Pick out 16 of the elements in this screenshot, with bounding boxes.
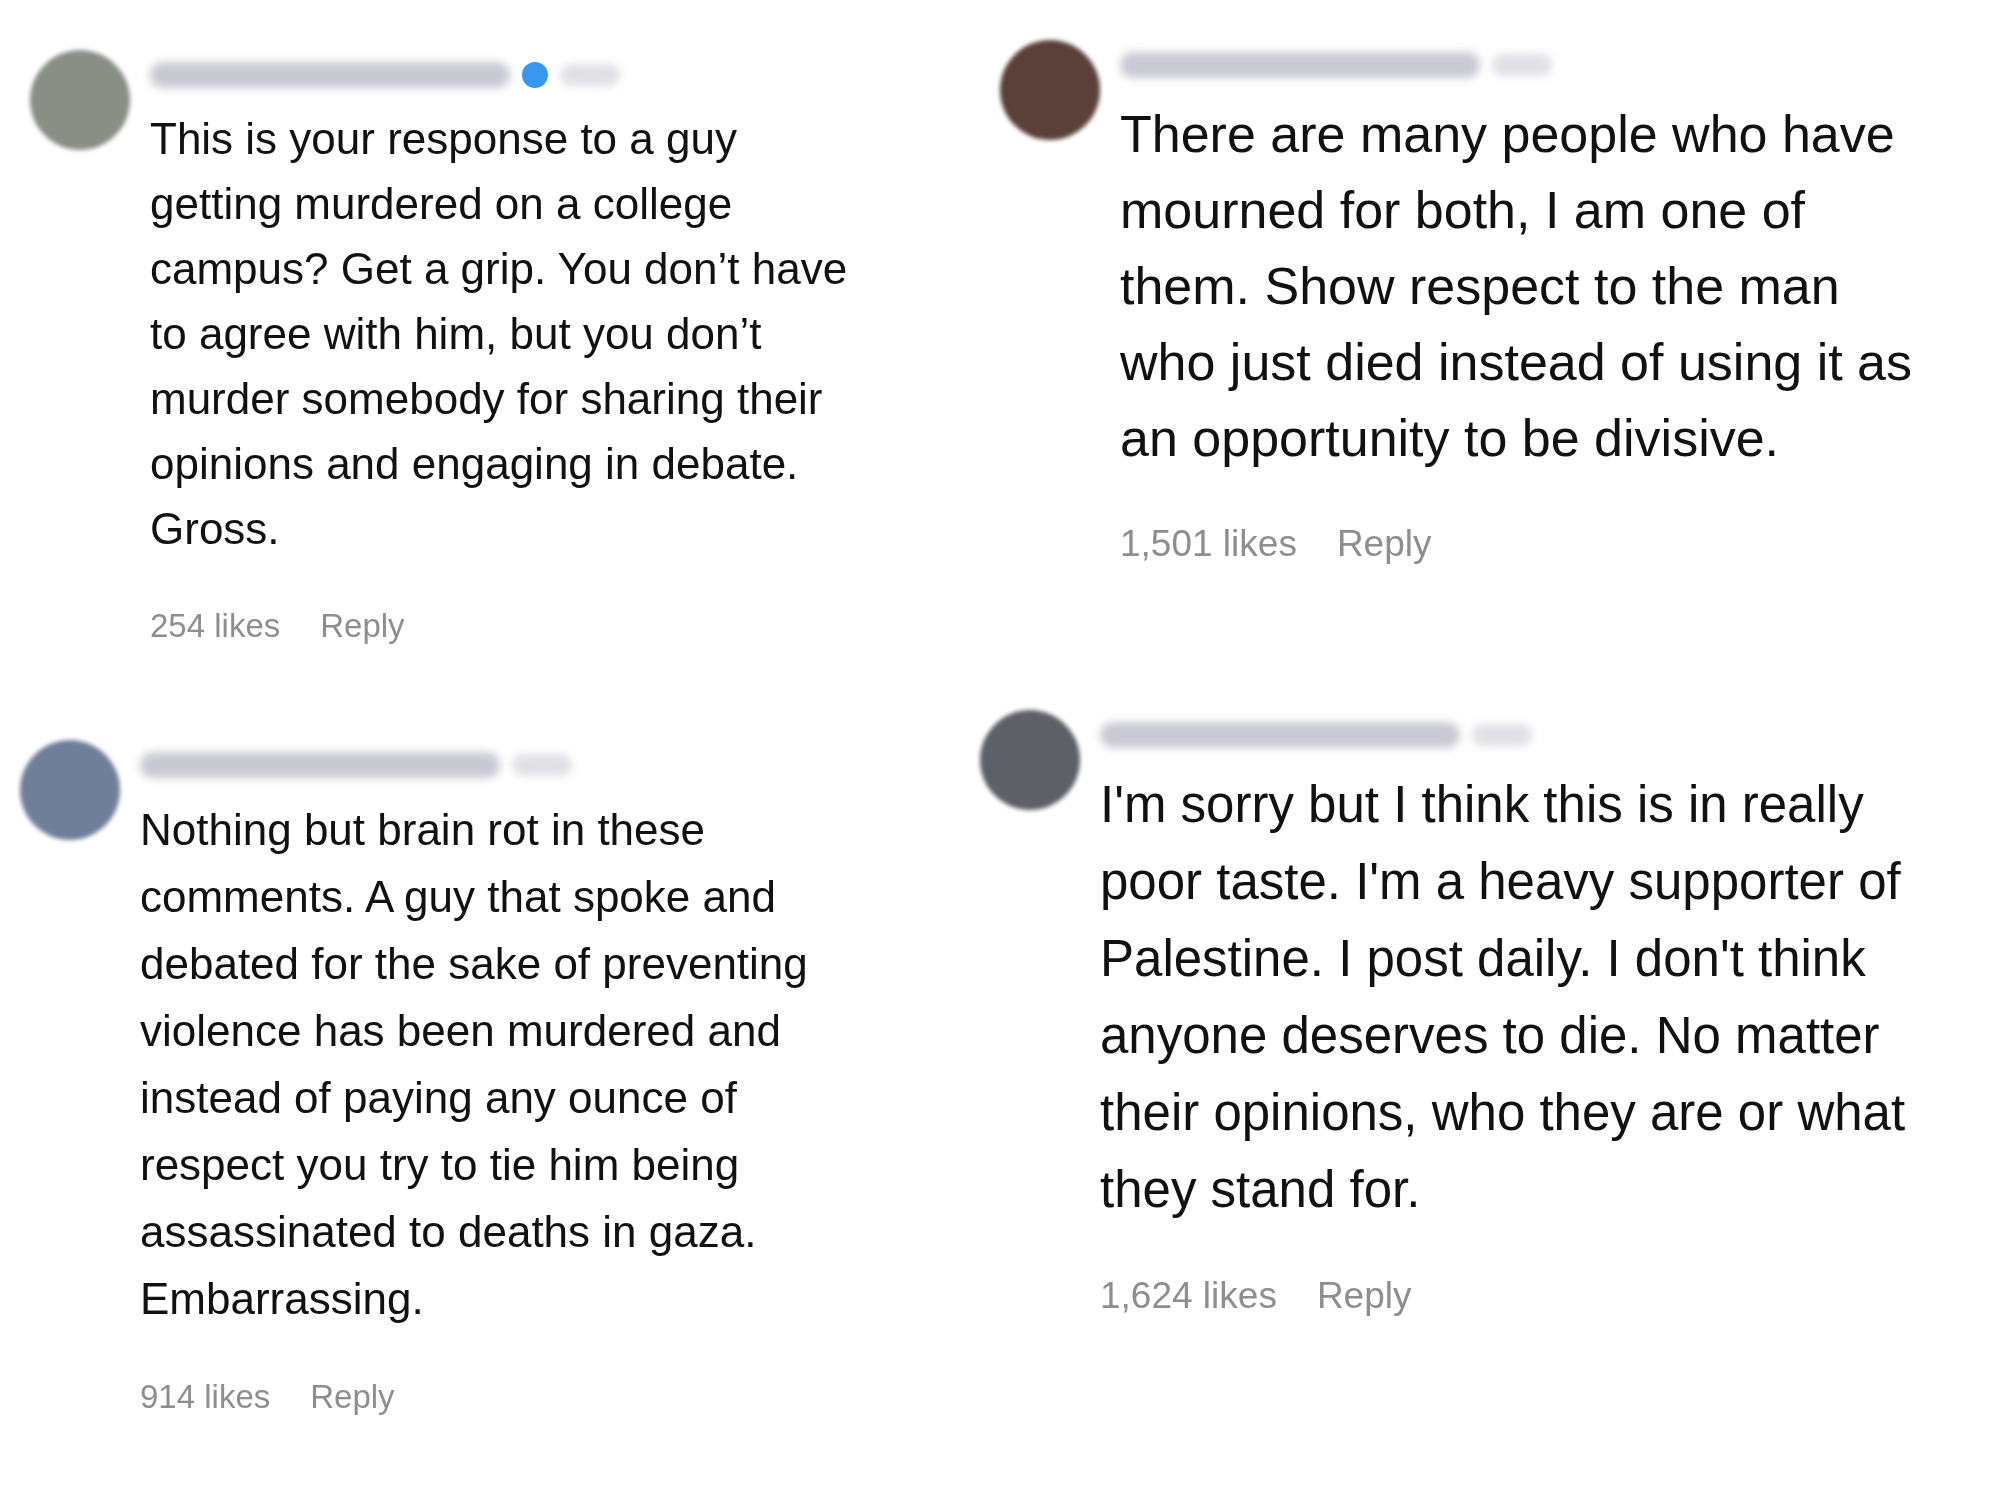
comment-text: I'm sorry but I think this is in really poor taste. I'm a heavy supporter of Palestine. I post daily. I don't think anyone deserves to die. No matter their opinions, who they are or what they stand for.: [1100, 775, 1907, 1220]
likes-count: 1,624 likes: [1100, 1274, 1277, 1318]
reply-link[interactable]: Reply: [320, 601, 405, 651]
likes-count: 1,501 likes: [1120, 522, 1297, 566]
likes-count: 914 likes: [140, 1377, 271, 1417]
blurred-timestamp: [560, 64, 620, 86]
reply-link[interactable]: Reply: [1316, 1268, 1412, 1324]
blurred-timestamp: [1472, 724, 1532, 746]
blurred-timestamp: [1492, 54, 1552, 76]
comment-text: There are many people who have mourned for both, I am one of them. Show respect to the man who just died instead of using it as an opportunity to be divisive.: [1120, 104, 1914, 469]
reply-link[interactable]: Reply: [1336, 516, 1432, 572]
comment-text: This is your response to a guy getting murdered on a college campus? Get a grip. You don’t have to agree with him, but you don’t murder somebody for sharing their opinions and engaging in debate. Gross.: [150, 113, 849, 555]
reply-link[interactable]: Reply: [310, 1372, 395, 1422]
comment-text: Nothing but brain rot in these comments. A guy that spoke and debated for the sake of preventing violence has been murdered and instead of paying any ounce of respect you try to tie him being assassinated to deaths in gaza. Embarrassing.: [140, 804, 809, 1325]
blurred-timestamp: [512, 754, 572, 776]
likes-count: 254 likes: [150, 606, 281, 646]
